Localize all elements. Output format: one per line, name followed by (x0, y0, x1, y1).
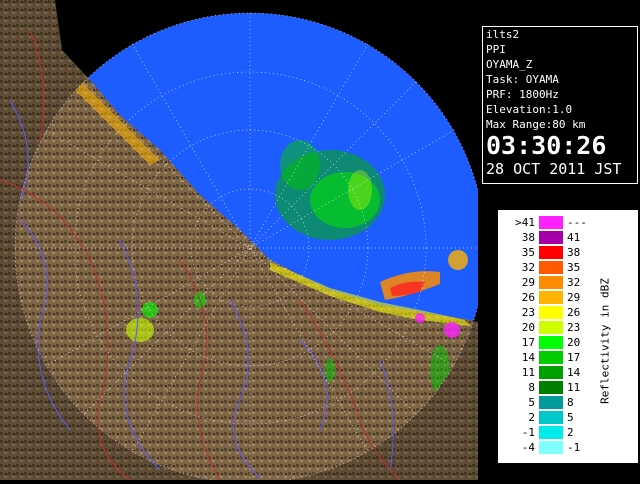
legend-low-value: 5 (528, 396, 535, 409)
legend-low-value: 8 (528, 381, 535, 394)
prf-value: PRF: 1800Hz (486, 88, 559, 101)
legend-low-value: 32 (521, 261, 535, 274)
legend-color-swatch (539, 396, 563, 409)
legend-color-swatch (539, 366, 563, 379)
radar-info-box: ilts2 PPI OYAMA_Z Task: OYAMA PRF: 1800H… (482, 26, 638, 184)
legend-unit-label: Reflectivity in dBZ (598, 278, 612, 404)
legend-high-value: -1 (567, 441, 581, 454)
legend-color-swatch (539, 381, 563, 394)
legend-high-value: 2 (567, 426, 574, 439)
scan-date: 28 OCT 2011 JST (486, 160, 622, 178)
legend-row: 8 11 (503, 380, 603, 395)
legend-low-value: 35 (521, 246, 535, 259)
legend-row: 23 26 (503, 305, 603, 320)
legend-low-value: 26 (521, 291, 535, 304)
legend-color-swatch (539, 261, 563, 274)
legend-high-value: 41 (567, 231, 581, 244)
legend-row: 14 17 (503, 350, 603, 365)
product-type: PPI (486, 43, 506, 56)
field-name: OYAMA_Z (486, 58, 533, 71)
legend-color-swatch (539, 306, 563, 319)
legend-color-swatch (539, 231, 563, 244)
legend-row: 29 32 (503, 275, 603, 290)
legend-row: 32 35 (503, 260, 603, 275)
legend-low-value: 20 (521, 321, 535, 334)
legend-row: 26 29 (503, 290, 603, 305)
legend-high-value: --- (567, 216, 587, 229)
legend-low-value: 38 (521, 231, 535, 244)
legend-low-value: 11 (521, 366, 535, 379)
legend-row: 17 20 (503, 335, 603, 350)
legend-low-value: 17 (521, 336, 535, 349)
legend-row: -1 2 (503, 425, 603, 440)
legend-row: 20 23 (503, 320, 603, 335)
legend-color-swatch (539, 351, 563, 364)
site-name: ilts2 (486, 28, 520, 41)
task-name: Task: OYAMA (486, 73, 559, 86)
legend-color-swatch (539, 246, 563, 259)
legend-low-value: >41 (515, 216, 535, 229)
legend-low-value: 14 (521, 351, 535, 364)
legend-row: 38 41 (503, 230, 603, 245)
legend-row: 35 38 (503, 245, 603, 260)
legend-color-swatch (539, 426, 563, 439)
legend-row: 58 (503, 395, 603, 410)
legend-low-value: -4 (521, 441, 535, 454)
legend-color-swatch (539, 276, 563, 289)
legend-row: 11 14 (503, 365, 603, 380)
legend-low-value: 2 (528, 411, 535, 424)
scan-time: 03:30:26 (486, 131, 607, 160)
radar-map-canvas (0, 0, 486, 484)
legend-low-value: -1 (521, 426, 535, 439)
legend-high-value: 38 (567, 246, 581, 259)
legend-color-swatch (539, 336, 563, 349)
legend-color-swatch (539, 216, 563, 229)
legend-row: >41 --- (503, 215, 603, 230)
legend-row: -4 -1 (503, 440, 603, 455)
legend-color-swatch (539, 321, 563, 334)
legend-color-swatch (539, 291, 563, 304)
legend-color-swatch (539, 441, 563, 454)
color-legend: >41 --- 38 41 35 38 32 35 29 32 26 29 23 26 20 23 17 20 14… (498, 210, 638, 463)
radar-ppi-map[interactable] (0, 0, 486, 484)
legend-low-value: 23 (521, 306, 535, 319)
legend-color-swatch (539, 411, 563, 424)
legend-row: 25 (503, 410, 603, 425)
max-range-value: Max Range:80 km (486, 118, 586, 131)
elevation-value: Elevation:1.0 (486, 103, 573, 116)
legend-low-value: 29 (521, 276, 535, 289)
info-panel: ilts2 PPI OYAMA_Z Task: OYAMA PRF: 1800H… (478, 0, 640, 480)
